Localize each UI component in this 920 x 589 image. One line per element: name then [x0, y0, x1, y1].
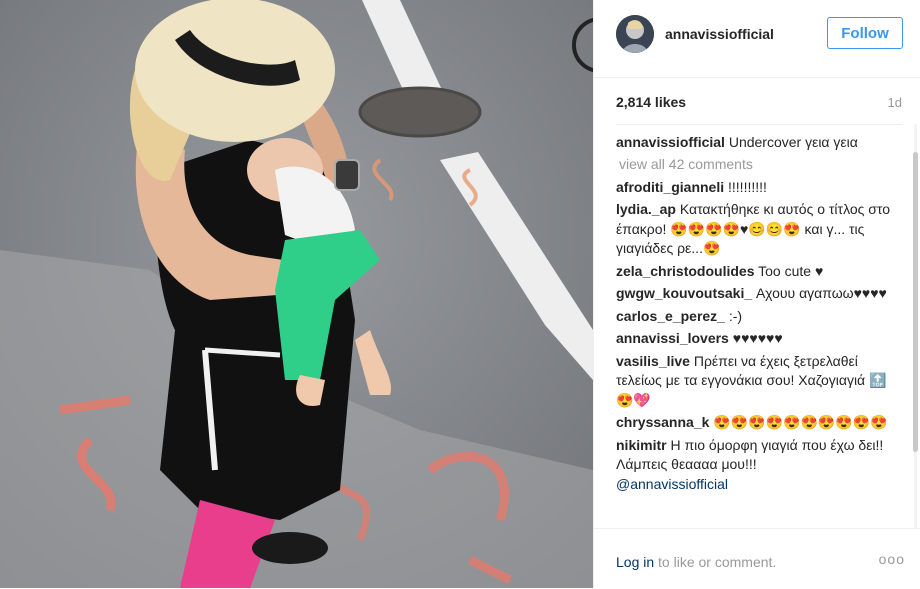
caption: annavissiofficial Undercover γεια γεια	[616, 133, 902, 153]
comment: afroditi_gianneli !!!!!!!!!!	[616, 178, 902, 198]
avatar-image[interactable]	[616, 15, 654, 53]
more-options-icon[interactable]: ooo	[879, 551, 905, 567]
login-prompt: Log in to like or comment.	[616, 554, 776, 570]
comment-username[interactable]: vasilis_live	[616, 353, 690, 369]
username-link[interactable]: annavissiofficial	[665, 26, 774, 42]
avatar-icon	[616, 15, 654, 53]
likes-count[interactable]: 2,814 likes	[616, 94, 686, 110]
comment-username[interactable]: lydia._ap	[616, 201, 676, 217]
comment-text: Too cute ♥	[758, 262, 824, 279]
comments-list[interactable]: annavissiofficial Undercover γεια γεια v…	[616, 124, 902, 529]
login-link[interactable]: Log in	[616, 554, 654, 570]
post-photo[interactable]	[0, 0, 593, 588]
comment-username[interactable]: nikimitr	[616, 437, 667, 453]
comment: vasilis_live Πρέπει να έχεις ξετρελαθεί …	[616, 352, 902, 411]
post-footer: Log in to like or comment. ooo	[594, 528, 920, 589]
comment-text: :-)	[728, 307, 743, 324]
post-side-panel: annavissiofficial Follow 2,814 likes 1d …	[593, 0, 920, 588]
view-all-comments-link[interactable]: view all 42 comments	[619, 156, 902, 172]
mention-link[interactable]: @annavissiofficial	[616, 476, 728, 492]
post-age[interactable]: 1d	[888, 95, 902, 110]
photo-illustration	[0, 0, 593, 588]
comment: annavissi_lovers ♥♥♥♥♥♥	[616, 329, 902, 349]
comment: carlos_e_perez_ :-)	[616, 307, 902, 327]
follow-button[interactable]: Follow	[827, 17, 903, 49]
comment-username[interactable]: annavissi_lovers	[616, 330, 729, 346]
comment: chryssanna_k 😍😍😍😍😍😍😍😍😍😍	[616, 413, 902, 433]
comments-scrollbar[interactable]	[912, 124, 919, 528]
caption-username[interactable]: annavissiofficial	[616, 134, 725, 150]
login-prompt-text: to like or comment.	[654, 554, 777, 570]
caption-text: Undercover γεια γεια	[728, 134, 858, 150]
comment-text: 😍😍😍😍😍😍😍😍😍😍	[713, 414, 888, 430]
comment-username[interactable]: zela_christodoulides	[616, 263, 754, 279]
comment: nikimitr Η πιο όμορφη γιαγιά που έχω δει…	[616, 436, 902, 495]
comment: zela_christodoulides Too cute ♥	[616, 262, 902, 282]
post-header: annavissiofficial Follow	[594, 0, 920, 78]
scrollbar-thumb[interactable]	[913, 152, 918, 452]
comment-username[interactable]: gwgw_kouvoutsaki_	[616, 285, 752, 301]
comment-text: !!!!!!!!!!	[728, 178, 767, 195]
comment: lydia._ap Κατακτήθηκε κι αυτός ο τίτλος …	[616, 200, 902, 259]
comment-username[interactable]: carlos_e_perez_	[616, 308, 725, 324]
post-view: annavissiofficial Follow 2,814 likes 1d …	[0, 0, 920, 588]
comment: gwgw_kouvoutsaki_ Αχουυ αγαπωω♥♥♥♥	[616, 284, 902, 304]
comment-username[interactable]: chryssanna_k	[616, 414, 709, 430]
comment-text: Αχουυ αγαπωω♥♥♥♥	[756, 285, 887, 301]
comment-username[interactable]: afroditi_gianneli	[616, 179, 724, 195]
comment-text: ♥♥♥♥♥♥	[732, 330, 783, 346]
